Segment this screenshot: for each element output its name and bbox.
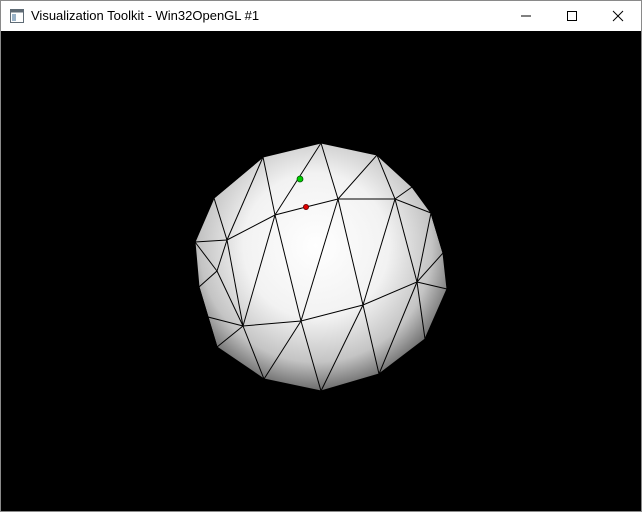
red-point-marker[interactable] bbox=[302, 203, 309, 210]
minimize-icon bbox=[521, 15, 531, 17]
maximize-button[interactable] bbox=[549, 1, 595, 31]
vtk-window: Visualization Toolkit - Win32OpenGL #1 bbox=[0, 0, 642, 512]
title-bar[interactable]: Visualization Toolkit - Win32OpenGL #1 bbox=[1, 1, 641, 31]
minimize-button[interactable] bbox=[503, 1, 549, 31]
vtk-window-icon[interactable] bbox=[10, 9, 24, 23]
render-viewport[interactable] bbox=[1, 31, 641, 511]
render-canvas[interactable] bbox=[1, 31, 641, 511]
close-icon bbox=[612, 10, 624, 22]
green-point-marker[interactable] bbox=[296, 175, 304, 183]
window-title: Visualization Toolkit - Win32OpenGL #1 bbox=[31, 8, 260, 23]
close-button[interactable] bbox=[595, 1, 641, 31]
maximize-icon bbox=[567, 11, 577, 21]
